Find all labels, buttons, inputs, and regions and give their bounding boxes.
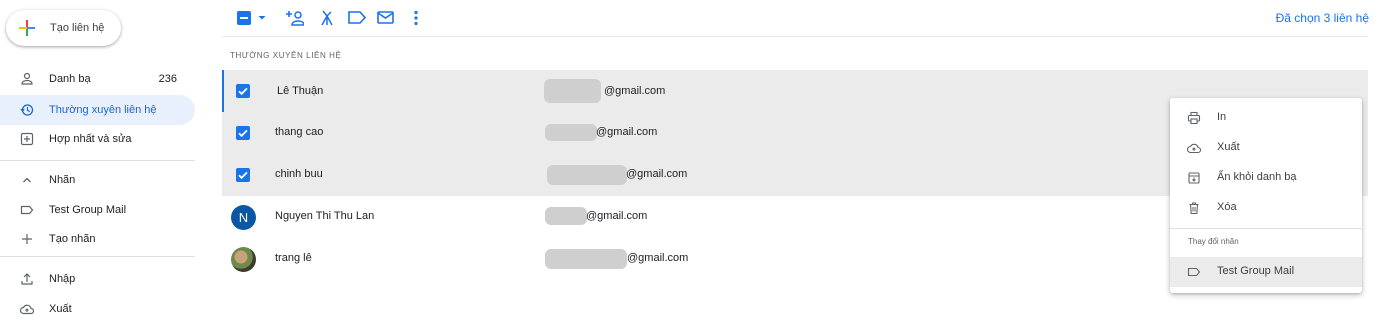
menu-item-hide[interactable]: Ẩn khỏi danh bạ xyxy=(1170,163,1362,193)
contact-name: trang lê xyxy=(275,252,312,264)
row-checkbox[interactable] xyxy=(236,168,250,182)
toolbar: Đã chọn 3 liên hệ xyxy=(222,0,1381,36)
sidebar-item-create-label[interactable]: Tạo nhãn xyxy=(0,224,195,254)
sidebar-item-label: Tạo nhãn xyxy=(49,233,96,245)
sidebar-item-merge-fix[interactable]: Hợp nhất và sửa xyxy=(0,124,195,154)
sidebar-item-label: Xuất xyxy=(49,303,72,315)
menu-item-label: Xuất xyxy=(1217,141,1240,153)
sidebar-item-label: Test Group Mail xyxy=(49,204,127,216)
merge-icon[interactable] xyxy=(320,10,334,26)
menu-divider xyxy=(1170,228,1362,229)
sidebar-item-label: Nhập xyxy=(49,273,76,285)
cloud-upload-icon xyxy=(20,304,34,315)
toolbar-divider xyxy=(222,36,1368,37)
merge-icon xyxy=(20,132,34,146)
row-checkbox[interactable] xyxy=(236,84,250,98)
chevron-down-icon[interactable] xyxy=(257,14,267,22)
add-icon xyxy=(22,234,32,244)
avatar xyxy=(231,247,256,272)
email-redacted xyxy=(545,124,597,141)
check-icon xyxy=(238,171,248,180)
label-icon[interactable] xyxy=(348,11,366,24)
sidebar-item-label: Hợp nhất và sửa xyxy=(49,133,132,145)
sidebar-item-labels-toggle[interactable]: Nhãn xyxy=(0,165,195,195)
email-redacted xyxy=(544,79,601,103)
sidebar-item-test-group-mail[interactable]: Test Group Mail xyxy=(0,195,195,225)
more-actions-menu: In Xuất Ẩn khỏi danh bạ Xóa Thay đổi nhã… xyxy=(1170,98,1362,293)
sidebar-item-export[interactable]: Xuất xyxy=(0,294,195,324)
email-redacted xyxy=(547,165,627,185)
contact-email-domain: @gmail.com xyxy=(627,252,689,264)
menu-item-label-test-group-mail[interactable]: Test Group Mail xyxy=(1170,257,1362,287)
email-redacted xyxy=(545,249,627,269)
sidebar-item-contacts[interactable]: Danh bạ 236 xyxy=(0,64,195,94)
print-icon xyxy=(1187,111,1201,125)
sidebar: Tạo liên hệ Danh bạ 236 Thường xuyên liê… xyxy=(0,0,212,329)
contacts-count: 236 xyxy=(158,73,177,85)
history-icon xyxy=(20,104,34,116)
menu-item-export[interactable]: Xuất xyxy=(1170,133,1362,163)
label-icon xyxy=(20,205,34,215)
menu-item-label: In xyxy=(1217,111,1227,123)
mail-icon[interactable] xyxy=(377,11,394,24)
menu-item-delete[interactable]: Xóa xyxy=(1170,193,1362,223)
contact-email-domain: @gmail.com xyxy=(586,210,648,222)
check-icon xyxy=(238,87,248,96)
section-title: THƯỜNG XUYÊN LIÊN HỆ xyxy=(230,51,342,60)
contact-name: thang cao xyxy=(275,126,324,138)
menu-subheading: Thay đổi nhãn xyxy=(1188,237,1239,246)
contact-email-domain: @gmail.com xyxy=(604,85,666,97)
create-contact-label: Tạo liên hệ xyxy=(50,22,105,34)
add-to-contacts-icon[interactable] xyxy=(286,10,304,26)
check-icon xyxy=(238,129,248,138)
archive-icon xyxy=(1188,172,1200,184)
cloud-upload-icon xyxy=(1187,143,1201,154)
menu-item-label: Test Group Mail xyxy=(1217,265,1295,277)
contact-name: Nguyen Thi Thu Lan xyxy=(275,210,375,222)
trash-icon xyxy=(1189,202,1199,215)
sidebar-divider xyxy=(0,256,195,257)
contact-email-domain: @gmail.com xyxy=(596,126,658,138)
create-contact-button[interactable]: Tạo liên hệ xyxy=(6,10,121,46)
avatar: N xyxy=(231,205,256,230)
contact-name: chinh buu xyxy=(275,168,323,180)
email-redacted xyxy=(545,207,587,225)
label-icon xyxy=(1187,267,1201,277)
sidebar-divider xyxy=(0,160,195,161)
menu-item-print[interactable]: In xyxy=(1170,103,1362,133)
contact-email-domain: @gmail.com xyxy=(626,168,688,180)
selected-count: Đã chọn 3 liên hệ xyxy=(1275,11,1369,25)
contact-name: Lê Thuận xyxy=(277,85,324,97)
select-checkbox-icon[interactable] xyxy=(237,11,251,25)
chevron-up-icon xyxy=(23,177,31,183)
sidebar-item-label: Nhãn xyxy=(49,174,76,186)
person-icon xyxy=(21,72,33,85)
sidebar-item-frequent[interactable]: Thường xuyên liên hệ xyxy=(0,95,195,125)
plus-icon xyxy=(19,20,35,36)
more-vert-icon[interactable] xyxy=(414,10,418,26)
upload-icon xyxy=(21,273,33,285)
menu-item-label: Xóa xyxy=(1217,201,1237,213)
sidebar-item-label: Danh bạ xyxy=(49,73,91,85)
row-checkbox[interactable] xyxy=(236,126,250,140)
sidebar-item-import[interactable]: Nhập xyxy=(0,264,195,294)
menu-item-label: Ẩn khỏi danh bạ xyxy=(1217,171,1297,183)
sidebar-item-label: Thường xuyên liên hệ xyxy=(49,104,157,116)
